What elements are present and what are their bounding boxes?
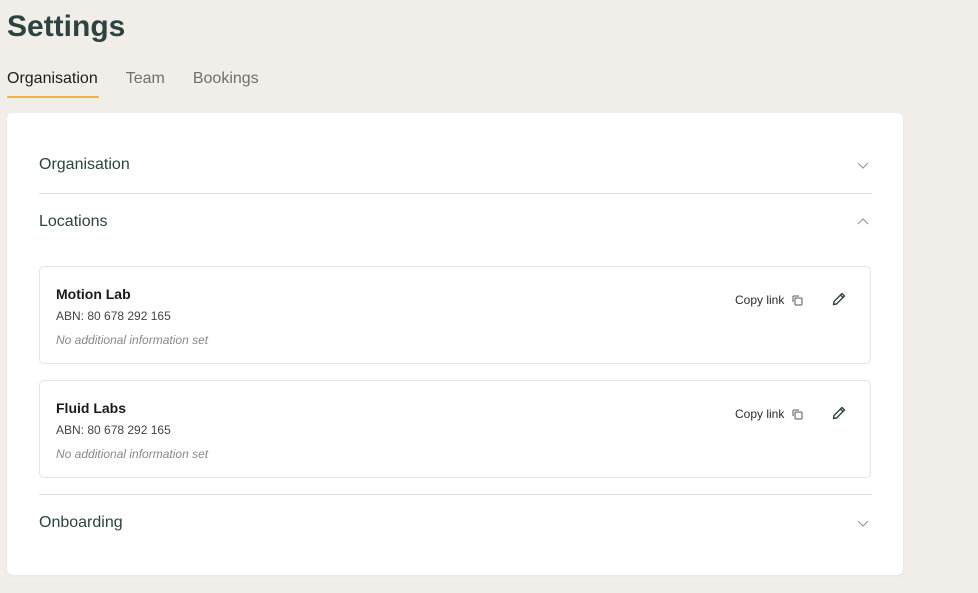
location-info: No additional information set bbox=[56, 447, 209, 461]
edit-location-button[interactable] bbox=[830, 404, 848, 422]
settings-card: Organisation Locations Motion Lab ABN: 8… bbox=[7, 113, 903, 575]
chevron-up-icon bbox=[857, 218, 869, 225]
tab-team[interactable]: Team bbox=[126, 70, 165, 96]
organisation-section-title: Organisation bbox=[39, 156, 130, 173]
page-title: Settings bbox=[7, 10, 126, 43]
locations-section-header[interactable]: Locations bbox=[39, 194, 872, 250]
copy-icon bbox=[792, 295, 803, 305]
location-abn: ABN: 80 678 292 165 bbox=[56, 309, 171, 323]
location-name: Motion Lab bbox=[56, 286, 131, 302]
copy-link-button[interactable]: Copy link bbox=[735, 407, 804, 421]
location-name: Fluid Labs bbox=[56, 400, 126, 416]
locations-section-title: Locations bbox=[39, 213, 108, 230]
pencil-icon bbox=[832, 292, 846, 306]
copy-link-button[interactable]: Copy link bbox=[735, 293, 804, 307]
onboarding-section-header[interactable]: Onboarding bbox=[39, 495, 872, 551]
location-abn: ABN: 80 678 292 165 bbox=[56, 423, 171, 437]
location-card: Motion Lab ABN: 80 678 292 165 No additi… bbox=[39, 266, 871, 364]
chevron-down-icon bbox=[857, 520, 869, 527]
location-info: No additional information set bbox=[56, 333, 209, 347]
chevron-down-icon bbox=[857, 162, 869, 169]
copy-link-label: Copy link bbox=[735, 293, 785, 307]
copy-icon bbox=[792, 409, 803, 419]
settings-tabs: Organisation Team Bookings bbox=[7, 70, 287, 98]
copy-link-label: Copy link bbox=[735, 407, 785, 421]
edit-location-button[interactable] bbox=[830, 290, 848, 308]
tab-bookings[interactable]: Bookings bbox=[193, 70, 259, 96]
pencil-icon bbox=[832, 406, 846, 420]
organisation-section-header[interactable]: Organisation bbox=[39, 137, 872, 193]
tab-organisation[interactable]: Organisation bbox=[7, 70, 99, 98]
location-card: Fluid Labs ABN: 80 678 292 165 No additi… bbox=[39, 380, 871, 478]
onboarding-section-title: Onboarding bbox=[39, 514, 123, 531]
